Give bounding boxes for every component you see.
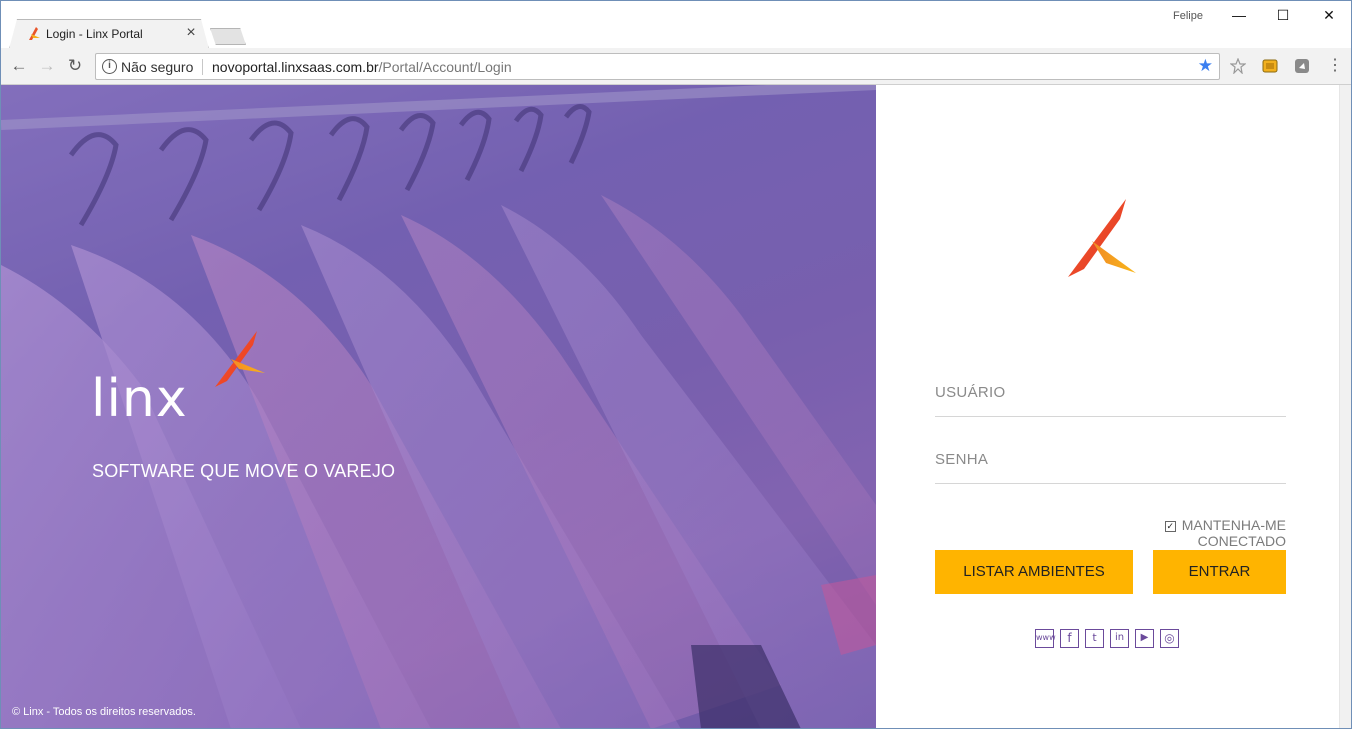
linx-wordmark: Linx <box>91 369 188 429</box>
youtube-icon[interactable]: ▶ <box>1135 629 1154 648</box>
password-input[interactable] <box>935 436 1286 483</box>
tab-close-icon[interactable]: × <box>184 24 198 42</box>
linx-favicon-icon <box>29 27 40 40</box>
url-text[interactable]: novoportal.linxsaas.com.br/Portal/Accoun… <box>212 59 512 75</box>
maximize-icon[interactable]: ☐ <box>1273 5 1293 25</box>
bookmark-star-icon[interactable]: ★ <box>1198 56 1213 76</box>
login-submit-button[interactable]: ENTRAR <box>1153 550 1286 594</box>
url-path: /Portal/Account/Login <box>378 59 512 75</box>
linx-logo-mark-icon <box>215 331 265 387</box>
menu-kebab-icon[interactable]: ⋮ <box>1325 56 1345 76</box>
login-panel: ✓MANTENHA-ME CONECTADO LISTAR AMBIENTES … <box>876 85 1339 728</box>
extension-star-icon[interactable] <box>1230 58 1246 74</box>
security-label[interactable]: Não seguro <box>121 59 193 75</box>
tab-title: Login - Linx Portal <box>46 27 143 41</box>
copyright-text: © Linx - Todos os direitos reservados. <box>12 706 196 718</box>
username-input[interactable] <box>935 369 1286 416</box>
instagram-icon[interactable]: ◎ <box>1160 629 1179 648</box>
hero-tagline: SOFTWARE QUE MOVE O VAREJO <box>92 461 396 481</box>
remember-me-toggle[interactable]: ✓ MANTENHA-ME CONECTADO <box>1090 517 1286 549</box>
back-icon[interactable]: ← <box>9 56 29 76</box>
page-scrollbar[interactable] <box>1339 85 1351 728</box>
extension-chip-icon[interactable] <box>1262 58 1278 74</box>
browser-toolbar: ← → ↻ i Não seguro novoportal.linxsaas.c… <box>1 48 1351 85</box>
title-bar: Login - Linx Portal × Felipe — ☐ ✕ <box>1 1 1351 49</box>
profile-name[interactable]: Felipe <box>1173 10 1203 22</box>
extension-square-icon[interactable] <box>1294 58 1310 74</box>
url-host: novoportal.linxsaas.com.br <box>212 59 379 75</box>
page-content: Linx SOFTWARE QUE MOVE O VAREJO © Linx -… <box>1 85 1351 728</box>
twitter-icon[interactable]: t <box>1085 629 1104 648</box>
new-tab-button[interactable] <box>210 28 246 45</box>
password-field[interactable] <box>935 436 1286 484</box>
browser-window: Login - Linx Portal × Felipe — ☐ ✕ ← → ↻… <box>0 0 1352 729</box>
remember-label: MANTENHA-ME CONECTADO <box>1181 517 1286 549</box>
remember-checkbox[interactable]: ✓ <box>1164 521 1176 532</box>
hero-image: Linx SOFTWARE QUE MOVE O VAREJO © Linx -… <box>1 85 876 728</box>
linkedin-icon[interactable]: in <box>1110 629 1129 648</box>
address-divider <box>202 59 203 75</box>
www-icon[interactable]: www <box>1035 629 1056 648</box>
username-field[interactable] <box>935 369 1286 417</box>
list-environments-button[interactable]: LISTAR AMBIENTES <box>935 550 1133 594</box>
facebook-icon[interactable]: f <box>1060 629 1079 648</box>
info-icon[interactable]: i <box>102 59 117 74</box>
close-window-icon[interactable]: ✕ <box>1319 5 1339 25</box>
forward-icon[interactable]: → <box>37 56 57 76</box>
address-bar[interactable]: i Não seguro novoportal.linxsaas.com.br/… <box>95 53 1220 80</box>
linx-logo-icon <box>1068 199 1136 277</box>
reload-icon[interactable]: ↻ <box>65 56 85 76</box>
minimize-icon[interactable]: — <box>1229 5 1249 25</box>
